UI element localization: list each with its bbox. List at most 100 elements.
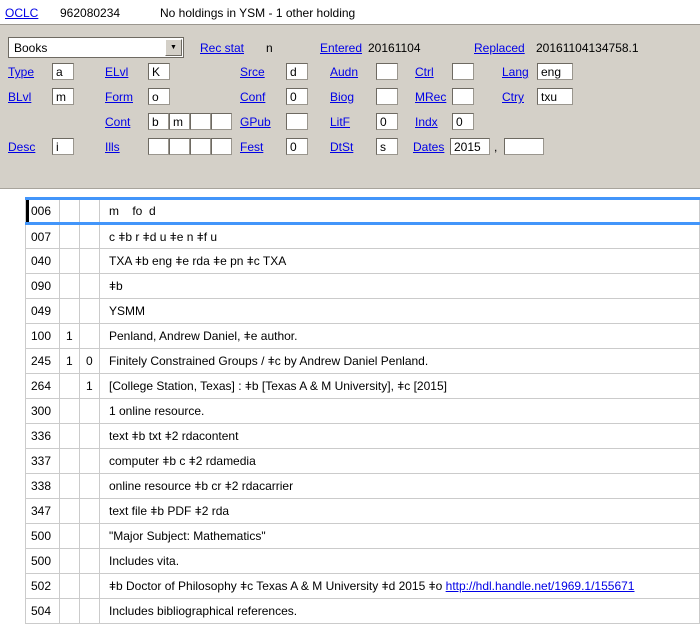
marc-ind1-cell[interactable]	[59, 598, 80, 624]
ills-field-1[interactable]	[148, 138, 169, 155]
ills-field-3[interactable]	[190, 138, 211, 155]
marc-ind2-cell[interactable]	[79, 248, 100, 274]
desc-field[interactable]: i	[52, 138, 74, 155]
entered-link[interactable]: Entered	[320, 41, 362, 55]
marc-ind2-cell[interactable]	[79, 323, 100, 349]
gpub-link[interactable]: GPub	[240, 115, 271, 129]
marc-content-cell[interactable]: m fo d	[99, 197, 700, 225]
ctrl-field[interactable]	[452, 63, 474, 80]
marc-ind2-cell[interactable]	[79, 548, 100, 574]
marc-ind2-cell[interactable]	[79, 573, 100, 599]
fest-field[interactable]: 0	[286, 138, 308, 155]
litf-link[interactable]: LitF	[330, 115, 350, 129]
rec-stat-link[interactable]: Rec stat	[200, 41, 244, 55]
dates-link[interactable]: Dates	[413, 140, 444, 154]
marc-tag-cell[interactable]: 347	[25, 498, 60, 524]
marc-content-cell[interactable]: Includes vita.	[99, 548, 700, 574]
marc-tag-cell[interactable]: 006	[25, 197, 60, 225]
marc-content-cell[interactable]: Finitely Constrained Groups / ǂc by Andr…	[99, 348, 700, 374]
indx-field[interactable]: 0	[452, 113, 474, 130]
marc-ind2-cell[interactable]	[79, 598, 100, 624]
litf-field[interactable]: 0	[376, 113, 398, 130]
marc-ind1-cell[interactable]	[59, 248, 80, 274]
marc-tag-cell[interactable]: 300	[25, 398, 60, 424]
marc-ind2-cell[interactable]	[79, 298, 100, 324]
format-select[interactable]: Books ▼	[8, 37, 184, 58]
marc-content-cell[interactable]: c ǂb r ǂd u ǂe n ǂf u	[99, 223, 700, 249]
marc-ind2-cell[interactable]	[79, 523, 100, 549]
marc-ind2-cell[interactable]	[79, 398, 100, 424]
marc-content-cell[interactable]: ǂb Doctor of Philosophy ǂc Texas A & M U…	[99, 573, 700, 599]
marc-ind1-cell[interactable]	[59, 523, 80, 549]
marc-ind2-cell[interactable]: 1	[79, 373, 100, 399]
blvl-field[interactable]: m	[52, 88, 74, 105]
marc-ind1-cell[interactable]	[59, 298, 80, 324]
marc-tag-cell[interactable]: 502	[25, 573, 60, 599]
elvl-link[interactable]: ELvl	[105, 65, 128, 79]
elvl-field[interactable]: K	[148, 63, 170, 80]
desc-link[interactable]: Desc	[8, 140, 35, 154]
dropdown-arrow-icon[interactable]: ▼	[165, 39, 182, 56]
marc-ind1-cell[interactable]	[59, 448, 80, 474]
marc-content-cell[interactable]: TXA ǂb eng ǂe rda ǂe pn ǂc TXA	[99, 248, 700, 274]
lang-field[interactable]: eng	[537, 63, 573, 80]
marc-tag-cell[interactable]: 336	[25, 423, 60, 449]
marc-tag-cell[interactable]: 500	[25, 523, 60, 549]
audn-field[interactable]	[376, 63, 398, 80]
mrec-field[interactable]	[452, 88, 474, 105]
ills-field-2[interactable]	[169, 138, 190, 155]
ills-link[interactable]: Ills	[105, 140, 120, 154]
marc-tag-cell[interactable]: 504	[25, 598, 60, 624]
ills-field-4[interactable]	[211, 138, 232, 155]
type-field[interactable]: a	[52, 63, 74, 80]
marc-content-cell[interactable]: 1 online resource.	[99, 398, 700, 424]
dates-field-2[interactable]	[504, 138, 544, 155]
conf-field[interactable]: 0	[286, 88, 308, 105]
marc-tag-cell[interactable]: 090	[25, 273, 60, 299]
fest-link[interactable]: Fest	[240, 140, 263, 154]
marc-ind1-cell[interactable]	[59, 548, 80, 574]
biog-field[interactable]	[376, 88, 398, 105]
conf-link[interactable]: Conf	[240, 90, 265, 104]
marc-content-cell[interactable]: Includes bibliographical references.	[99, 598, 700, 624]
marc-ind2-cell[interactable]	[79, 498, 100, 524]
marc-content-cell[interactable]: computer ǂb c ǂ2 rdamedia	[99, 448, 700, 474]
audn-link[interactable]: Audn	[330, 65, 358, 79]
marc-ind1-cell[interactable]	[59, 373, 80, 399]
cont-field-4[interactable]	[211, 113, 232, 130]
marc-ind1-cell[interactable]	[59, 398, 80, 424]
mrec-link[interactable]: MRec	[415, 90, 446, 104]
marc-ind1-cell[interactable]	[59, 573, 80, 599]
lang-link[interactable]: Lang	[502, 65, 529, 79]
oclc-link[interactable]: OCLC	[5, 6, 38, 20]
cont-field-2[interactable]: m	[169, 113, 190, 130]
marc-tag-cell[interactable]: 100	[25, 323, 60, 349]
marc-content-cell[interactable]: text file ǂb PDF ǂ2 rda	[99, 498, 700, 524]
biog-link[interactable]: Biog	[330, 90, 354, 104]
marc-ind2-cell[interactable]	[79, 448, 100, 474]
dtst-link[interactable]: DtSt	[330, 140, 353, 154]
marc-ind2-cell[interactable]	[79, 197, 100, 225]
marc-content-cell[interactable]: [College Station, Texas] : ǂb [Texas A &…	[99, 373, 700, 399]
marc-ind1-cell[interactable]	[59, 423, 80, 449]
marc-content-cell[interactable]: text ǂb txt ǂ2 rdacontent	[99, 423, 700, 449]
ctry-field[interactable]: txu	[537, 88, 573, 105]
marc-tag-cell[interactable]: 500	[25, 548, 60, 574]
marc-ind1-cell[interactable]	[59, 473, 80, 499]
blvl-link[interactable]: BLvl	[8, 90, 31, 104]
marc-ind2-cell[interactable]	[79, 223, 100, 249]
marc-tag-cell[interactable]: 007	[25, 223, 60, 249]
marc-content-cell[interactable]: "Major Subject: Mathematics"	[99, 523, 700, 549]
marc-tag-cell[interactable]: 040	[25, 248, 60, 274]
marc-ind1-cell[interactable]: 1	[59, 323, 80, 349]
form-link[interactable]: Form	[105, 90, 133, 104]
cont-link[interactable]: Cont	[105, 115, 130, 129]
srce-field[interactable]: d	[286, 63, 308, 80]
marc-ind1-cell[interactable]	[59, 273, 80, 299]
gpub-field[interactable]	[286, 113, 308, 130]
marc-content-cell[interactable]: YSMM	[99, 298, 700, 324]
marc-tag-cell[interactable]: 049	[25, 298, 60, 324]
marc-ind2-cell[interactable]	[79, 473, 100, 499]
marc-tag-cell[interactable]: 337	[25, 448, 60, 474]
dates-field-1[interactable]: 2015	[450, 138, 490, 155]
